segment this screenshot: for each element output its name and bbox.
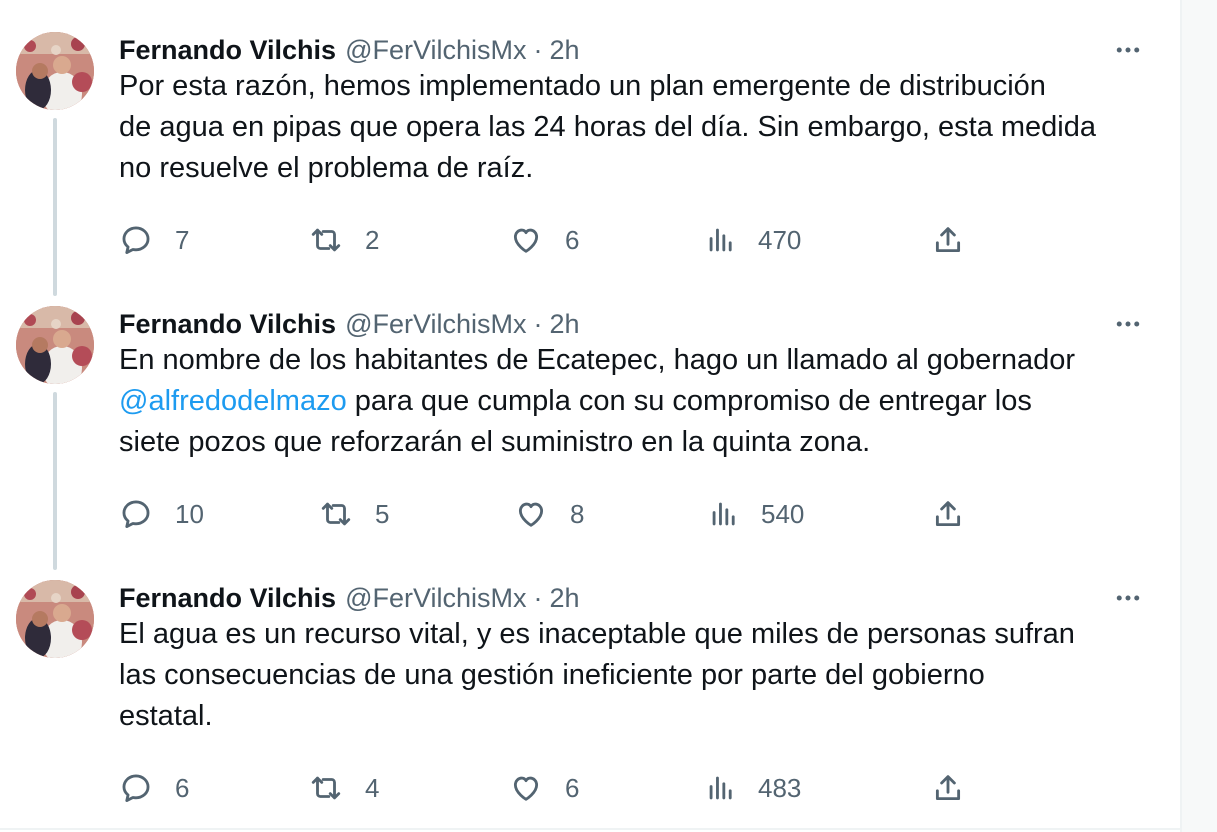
retweet-count: 2 — [365, 224, 380, 255]
author-name[interactable]: Fernando Vilchis — [119, 583, 336, 614]
avatar[interactable] — [16, 32, 94, 110]
views-count: 483 — [758, 772, 802, 803]
separator-dot: · — [533, 34, 543, 65]
reply-bubble-icon — [122, 226, 150, 255]
more-options-button[interactable] — [1106, 308, 1150, 340]
mention-link[interactable]: @alfredodelmazo — [119, 385, 347, 417]
like-button[interactable]: 6 — [509, 768, 579, 808]
tweet-thread: Fernando Vilchis @FerVilchisMx · 2h Por … — [0, 0, 1180, 832]
views-button[interactable]: 483 — [704, 768, 801, 808]
tweet-text-line: las consecuencias de una gestión inefici… — [119, 659, 985, 691]
tweet-actions: 10 5 8 540 — [119, 494, 1159, 534]
reply-bubble-icon — [122, 500, 150, 529]
views-count: 540 — [761, 498, 805, 529]
avatar[interactable] — [16, 580, 94, 658]
share-button[interactable] — [931, 220, 965, 260]
tweet-text-fragment: para que cumpla con su compromiso de ent… — [346, 385, 1032, 417]
timestamp[interactable]: 2h — [550, 583, 580, 614]
views-button[interactable]: 470 — [704, 220, 801, 260]
share-button[interactable] — [931, 768, 965, 808]
author-handle[interactable]: @FerVilchisMx — [345, 35, 526, 66]
thread-connector-line — [53, 118, 57, 296]
like-button[interactable]: 8 — [514, 494, 584, 534]
like-count: 6 — [565, 224, 580, 255]
author-handle[interactable]: @FerVilchisMx — [345, 583, 526, 614]
more-horizontal-icon — [1116, 321, 1140, 327]
tweet-text-line: de agua en pipas que opera las 24 horas … — [119, 111, 1097, 143]
retweet-button[interactable]: 5 — [319, 494, 389, 534]
reply-bubble-icon — [122, 774, 150, 803]
tweet[interactable]: Fernando Vilchis @FerVilchisMx · 2h En n… — [0, 304, 1180, 570]
views-count: 470 — [758, 224, 802, 255]
reply-count: 10 — [175, 498, 204, 529]
tweet-header: Fernando Vilchis @FerVilchisMx · 2h — [119, 30, 580, 70]
tweet-text: Por esta razón, hemos implementado un pl… — [119, 66, 1159, 189]
heart-outline-icon — [513, 228, 539, 253]
views-bar-chart-icon — [712, 502, 735, 526]
tweet-text-line: El agua es un recurso vital, y es inacep… — [119, 618, 1075, 650]
author-handle[interactable]: @FerVilchisMx — [345, 309, 526, 340]
retweet-arrows-icon — [321, 502, 351, 526]
tweet[interactable]: Fernando Vilchis @FerVilchisMx · 2h El a… — [0, 578, 1180, 828]
like-count: 6 — [565, 772, 580, 803]
views-bar-chart-icon — [709, 228, 732, 252]
retweet-count: 5 — [375, 498, 390, 529]
avatar-photo — [16, 580, 94, 658]
heart-outline-icon — [513, 776, 539, 801]
avatar-photo — [16, 306, 94, 384]
tweet-text-line: @alfredodelmazo para que cumpla con su c… — [119, 381, 1159, 422]
tweet-header: Fernando Vilchis @FerVilchisMx · 2h — [119, 578, 580, 618]
like-count: 8 — [570, 498, 585, 529]
avatar[interactable] — [16, 306, 94, 384]
tweet-actions: 6 4 6 483 — [119, 768, 1159, 808]
share-button[interactable] — [931, 494, 965, 534]
tweet-text: En nombre de los habitantes de Ecatepec,… — [119, 340, 1159, 463]
tweet-text-line: no resuelve el problema de raíz. — [119, 152, 534, 184]
author-name[interactable]: Fernando Vilchis — [119, 309, 336, 340]
tweet[interactable]: Fernando Vilchis @FerVilchisMx · 2h Por … — [0, 30, 1180, 296]
retweet-count: 4 — [365, 772, 380, 803]
retweet-arrows-icon — [311, 228, 341, 252]
page-right-margin — [1182, 0, 1217, 832]
like-button[interactable]: 6 — [509, 220, 579, 260]
share-upload-icon — [935, 501, 961, 527]
timestamp[interactable]: 2h — [550, 309, 580, 340]
tweet-text-line: Por esta razón, hemos implementado un pl… — [119, 70, 1046, 102]
reply-button[interactable]: 6 — [119, 768, 189, 808]
author-name[interactable]: Fernando Vilchis — [119, 35, 336, 66]
more-horizontal-icon — [1116, 47, 1140, 53]
tweet-actions: 7 2 6 470 — [119, 220, 1159, 260]
tweet-text-line: siete pozos que reforzarán el suministro… — [119, 426, 871, 458]
timeline-bottom-divider — [0, 828, 1180, 830]
separator-dot: · — [533, 582, 543, 613]
more-options-button[interactable] — [1106, 34, 1150, 66]
heart-outline-icon — [518, 502, 544, 527]
share-upload-icon — [935, 775, 961, 801]
timestamp[interactable]: 2h — [550, 35, 580, 66]
views-bar-chart-icon — [709, 776, 732, 800]
retweet-arrows-icon — [311, 776, 341, 800]
tweet-text-line: estatal. — [119, 700, 213, 732]
reply-count: 7 — [175, 224, 190, 255]
separator-dot: · — [533, 308, 543, 339]
share-upload-icon — [935, 227, 961, 253]
views-button[interactable]: 540 — [707, 494, 804, 534]
tweet-header: Fernando Vilchis @FerVilchisMx · 2h — [119, 304, 580, 344]
tweet-text-line: En nombre de los habitantes de Ecatepec,… — [119, 344, 1076, 376]
reply-count: 6 — [175, 772, 190, 803]
reply-button[interactable]: 7 — [119, 220, 189, 260]
tweet-text: El agua es un recurso vital, y es inacep… — [119, 614, 1159, 737]
retweet-button[interactable]: 4 — [309, 768, 379, 808]
retweet-button[interactable]: 2 — [309, 220, 379, 260]
reply-button[interactable]: 10 — [119, 494, 204, 534]
avatar-photo — [16, 32, 94, 110]
more-horizontal-icon — [1116, 595, 1140, 601]
more-options-button[interactable] — [1106, 582, 1150, 614]
thread-connector-line — [53, 392, 57, 570]
